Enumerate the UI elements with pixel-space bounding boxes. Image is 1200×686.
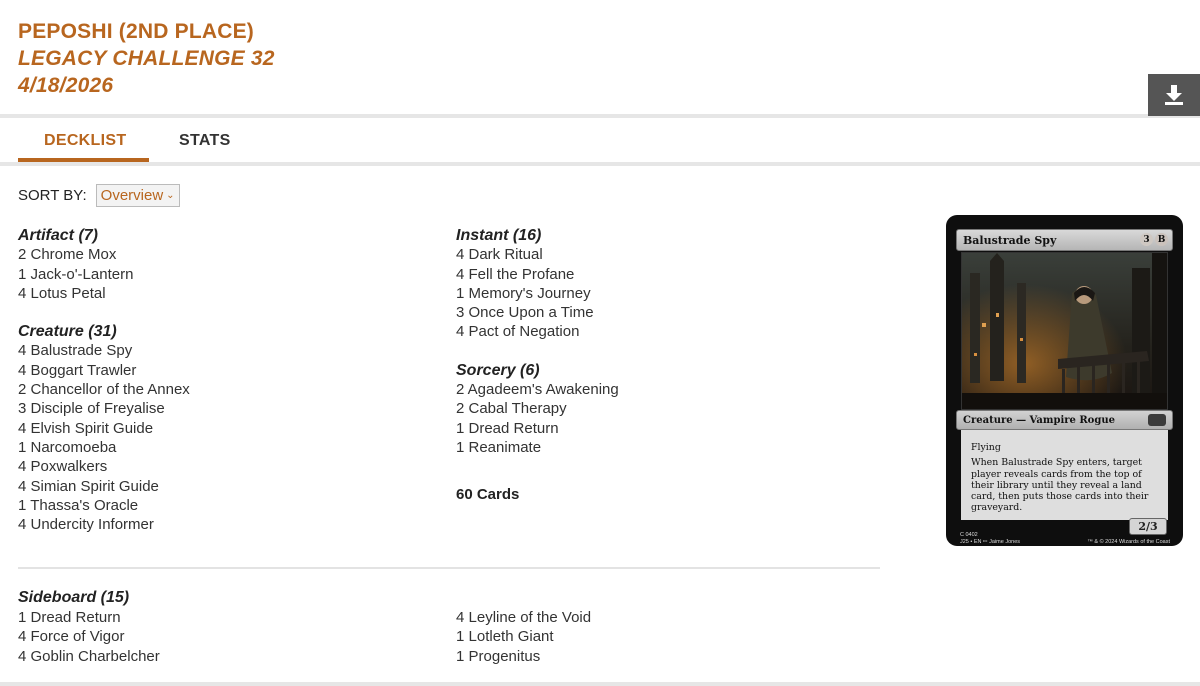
decklist-left-column: Artifact (7) 2 Chrome Mox 1 Jack-o'-Lant…: [18, 226, 190, 553]
card-name: Balustrade Spy: [963, 234, 1057, 247]
sort-selected-value: Overview: [100, 187, 164, 204]
tab-stats[interactable]: STATS: [179, 132, 231, 150]
mana-cost: 3 B: [1140, 233, 1168, 246]
card-line[interactable]: 4 Balustrade Spy: [18, 341, 190, 360]
card-line[interactable]: 2 Agadeem's Awakening: [456, 380, 619, 399]
card-group-artifact: Artifact (7) 2 Chrome Mox 1 Jack-o'-Lant…: [18, 226, 190, 303]
card-total: 60 Cards: [456, 486, 520, 504]
card-line[interactable]: 4 Boggart Trawler: [18, 361, 190, 380]
sideboard-right-column: 4 Leyline of the Void 1 Lotleth Giant 1 …: [456, 608, 591, 666]
card-line[interactable]: 1 Memory's Journey: [456, 284, 619, 303]
card-rules-text: When Balustrade Spy enters, target playe…: [971, 457, 1149, 514]
card-line[interactable]: 4 Lotus Petal: [18, 284, 190, 303]
group-title: Artifact (7): [18, 227, 99, 244]
card-line[interactable]: 3 Once Upon a Time: [456, 303, 619, 322]
sort-label: SORT BY:: [18, 187, 87, 204]
card-line[interactable]: 1 Narcomoeba: [18, 438, 190, 457]
player-title: PEPOSHI (2ND PLACE): [18, 20, 254, 43]
card-line[interactable]: 1 Reanimate: [456, 438, 619, 457]
tab-bar: DECKLIST STATS: [0, 122, 1200, 166]
card-art: [961, 252, 1168, 410]
card-line[interactable]: 4 Simian Spirit Guide: [18, 477, 190, 496]
sideboard-title: Sideboard (15): [18, 589, 130, 606]
card-line[interactable]: 4 Leyline of the Void: [456, 608, 591, 627]
card-line[interactable]: 2 Chrome Mox: [18, 245, 190, 264]
card-line[interactable]: 1 Jack-o'-Lantern: [18, 265, 190, 284]
sort-select[interactable]: Overview ⌄: [95, 184, 180, 207]
chevron-down-icon: ⌄: [166, 190, 175, 201]
card-line[interactable]: 3 Disciple of Freyalise: [18, 399, 190, 418]
group-title: Instant (16): [456, 227, 542, 244]
decklist-right-column: Instant (16) 4 Dark Ritual 4 Fell the Pr…: [456, 226, 619, 505]
copyright-text: ™ & © 2024 Wizards of the Coast: [1087, 539, 1170, 545]
card-line[interactable]: 1 Progenitus: [456, 647, 591, 666]
card-collector-info: C 0402 J25 • EN ✏ Jaime Jones ™ & © 2024…: [960, 532, 1170, 546]
collector-number: C 0402: [960, 532, 978, 538]
card-line[interactable]: 4 Poxwalkers: [18, 457, 190, 476]
deck-header: PEPOSHI (2ND PLACE) LEGACY CHALLENGE 32 …: [0, 0, 1200, 118]
tab-decklist[interactable]: DECKLIST: [44, 132, 126, 150]
sideboard-left-column: 1 Dread Return 4 Force of Vigor 4 Goblin…: [18, 608, 160, 666]
mana-black-icon: B: [1155, 233, 1168, 246]
card-line[interactable]: 4 Fell the Profane: [456, 265, 619, 284]
mana-generic-icon: 3: [1140, 233, 1153, 246]
card-type-bar: Creature — Vampire Rogue: [956, 410, 1173, 430]
card-line[interactable]: 4 Dark Ritual: [456, 245, 619, 264]
card-line[interactable]: 1 Lotleth Giant: [456, 627, 591, 646]
card-line[interactable]: 4 Pact of Negation: [456, 322, 619, 341]
card-line[interactable]: 4 Goblin Charbelcher: [18, 647, 160, 666]
card-line[interactable]: 1 Thassa's Oracle: [18, 496, 190, 515]
card-preview: Balustrade Spy 3 B Creature — Vampire Ro…: [946, 215, 1183, 546]
card-line[interactable]: 1 Dread Return: [18, 608, 160, 627]
download-icon: [1165, 85, 1183, 105]
card-line[interactable]: 4 Force of Vigor: [18, 627, 160, 646]
set-symbol-icon: [1148, 414, 1166, 426]
card-type-line: Creature — Vampire Rogue: [963, 415, 1115, 426]
download-button[interactable]: [1148, 74, 1200, 116]
card-name-bar: Balustrade Spy 3 B: [956, 229, 1173, 251]
card-line[interactable]: 4 Undercity Informer: [18, 515, 190, 534]
card-rules-box: Flying When Balustrade Spy enters, targe…: [961, 430, 1168, 520]
card-line[interactable]: 4 Elvish Spirit Guide: [18, 419, 190, 438]
footer-border: [0, 682, 1200, 686]
active-tab-indicator: [18, 158, 149, 162]
card-keyword: Flying: [971, 442, 1001, 453]
card-line[interactable]: 1 Dread Return: [456, 419, 619, 438]
event-date: 4/18/2026: [18, 74, 114, 97]
group-title: Creature (31): [18, 323, 117, 341]
card-line[interactable]: 2 Cabal Therapy: [456, 399, 619, 418]
card-line[interactable]: 2 Chancellor of the Annex: [18, 380, 190, 399]
sideboard-divider: [18, 567, 880, 569]
card-group-sorcery: Sorcery (6) 2 Agadeem's Awakening 2 Caba…: [456, 361, 619, 457]
sort-control: SORT BY: Overview ⌄: [18, 184, 180, 207]
card-group-creature: Creature (31) 4 Balustrade Spy 4 Boggart…: [18, 322, 190, 534]
group-title: Sorcery (6): [456, 361, 540, 379]
card-group-instant: Instant (16) 4 Dark Ritual 4 Fell the Pr…: [456, 226, 619, 342]
event-name: LEGACY CHALLENGE 32: [18, 47, 275, 70]
